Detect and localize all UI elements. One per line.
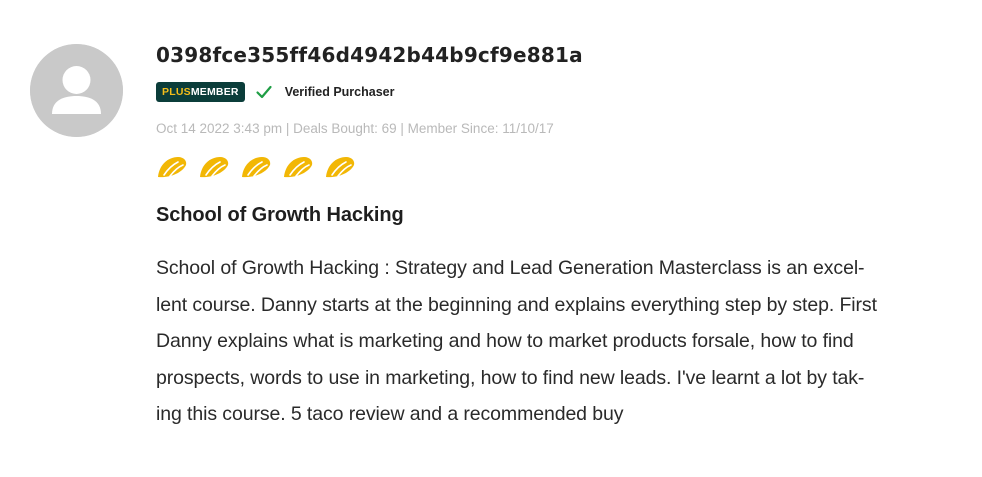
taco-icon bbox=[200, 157, 229, 178]
plus-badge-prefix: PLUS bbox=[162, 86, 191, 98]
taco-rating bbox=[156, 153, 966, 181]
verified-purchaser-label: Verified Purchaser bbox=[284, 85, 395, 99]
check-icon bbox=[256, 85, 272, 99]
taco-icon bbox=[284, 157, 313, 178]
taco-icon bbox=[242, 157, 271, 178]
review-card: 0398fce355ff46d4942b44b9cf9e881a PLUS MEM… bbox=[0, 0, 982, 477]
taco-icon bbox=[158, 157, 187, 178]
review-body: School of Growth Hacking : Strategy and … bbox=[156, 257, 877, 425]
plus-member-badge: PLUS MEMBER bbox=[156, 82, 245, 102]
plus-badge-suffix: MEMBER bbox=[190, 86, 239, 98]
user-silhouette-icon bbox=[30, 44, 123, 137]
avatar[interactable] bbox=[30, 44, 123, 137]
taco-icon bbox=[326, 157, 355, 178]
review-title: School of Growth Hacking bbox=[156, 204, 404, 226]
reviewer-name[interactable]: 0398fce355ff46d4942b44b9cf9e881a bbox=[156, 40, 966, 70]
review-meta: Oct 14 2022 3:43 pm | Deals Bought: 69 |… bbox=[156, 121, 554, 136]
reviewer-badges: PLUS MEMBER Verified Purchaser bbox=[156, 81, 966, 103]
review-content: 0398fce355ff46d4942b44b9cf9e881a PLUS MEM… bbox=[156, 40, 966, 433]
